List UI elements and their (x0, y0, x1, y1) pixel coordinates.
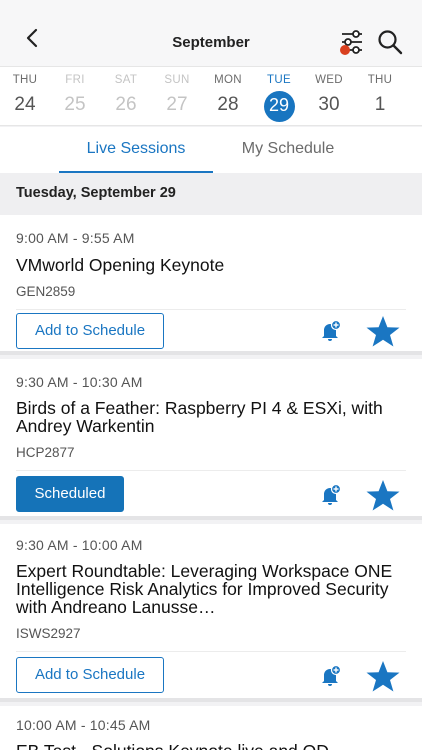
session-card: 9:00 AM - 9:55 AM VMworld Opening Keynot… (0, 215, 422, 355)
add-to-schedule-button[interactable]: Add to Schedule (16, 313, 164, 349)
scheduled-button[interactable]: Scheduled (16, 476, 124, 512)
top-bar: September (0, 0, 422, 66)
day-name: MON (214, 74, 242, 86)
day-wed-30[interactable]: WED 30 (304, 67, 354, 127)
day-number: 1 (374, 94, 386, 115)
card-divider (16, 651, 406, 652)
session-title[interactable]: Birds of a Feather: Raspberry PI 4 & ESX… (16, 399, 411, 435)
day-thu-24[interactable]: THU 24 (0, 67, 50, 127)
session-title[interactable]: EB Test - Solutions Keynote live and OD (16, 742, 411, 750)
star-icon (366, 316, 400, 347)
day-number: 28 (217, 94, 239, 115)
add-to-schedule-button[interactable]: Add to Schedule (16, 657, 164, 693)
session-code: GEN2859 (16, 284, 76, 299)
filter-sliders-icon (340, 30, 362, 55)
filter-button[interactable] (338, 28, 366, 56)
date-heading: Tuesday, September 29 (16, 185, 176, 201)
day-number: 29 (268, 95, 290, 115)
bell-plus-icon (322, 483, 342, 505)
session-card: 9:30 AM - 10:30 AM Birds of a Feather: R… (0, 359, 422, 520)
session-title[interactable]: Expert Roundtable: Leveraging Workspace … (16, 562, 411, 616)
reminder-button[interactable] (318, 664, 342, 688)
bell-plus-icon (322, 664, 342, 686)
day-name: TUE (267, 74, 291, 86)
search-icon (378, 30, 403, 55)
session-time: 10:00 AM - 10:45 AM (16, 717, 151, 733)
star-icon (366, 661, 400, 692)
day-number: 24 (14, 94, 36, 115)
session-code: HCP2877 (16, 445, 75, 460)
day-thu-1[interactable]: THU 1 (355, 67, 405, 127)
session-card: 10:00 AM - 10:45 AM EB Test - Solutions … (0, 706, 422, 750)
day-name: SAT (114, 74, 138, 86)
day-name: SUN (164, 74, 190, 86)
day-name: FRI (65, 74, 85, 86)
card-divider (16, 470, 406, 471)
day-fri-25[interactable]: FRI 25 (50, 67, 100, 127)
tab-live-sessions[interactable]: Live Sessions (59, 127, 213, 173)
favorite-button[interactable] (365, 478, 401, 514)
day-name: WED (315, 74, 343, 86)
favorite-button[interactable] (365, 314, 401, 350)
day-tue-29-selected[interactable]: TUE 29 (254, 67, 304, 127)
session-time: 9:30 AM - 10:00 AM (16, 537, 143, 553)
day-number: 30 (318, 94, 340, 115)
reminder-button[interactable] (318, 483, 342, 507)
search-button[interactable] (376, 28, 404, 56)
session-time: 9:00 AM - 9:55 AM (16, 230, 135, 246)
favorite-button[interactable] (365, 659, 401, 695)
star-icon (366, 480, 400, 511)
day-selector: THU 24 FRI 25 SAT 26 SUN 27 MON 28 TUE 2… (0, 66, 422, 126)
tab-my-schedule[interactable]: My Schedule (222, 127, 354, 173)
day-number: 26 (115, 94, 137, 115)
day-sat-26[interactable]: SAT 26 (101, 67, 151, 127)
session-card: 9:30 AM - 10:00 AM Expert Roundtable: Le… (0, 524, 422, 702)
day-name: THU (367, 74, 393, 86)
day-number: 25 (64, 94, 86, 115)
session-code: ISWS2927 (16, 626, 81, 641)
day-sun-27[interactable]: SUN 27 (152, 67, 202, 127)
reminder-button[interactable] (318, 319, 342, 343)
day-name: THU (12, 74, 38, 86)
bell-plus-icon (322, 319, 342, 341)
card-divider (16, 309, 406, 310)
session-time: 9:30 AM - 10:30 AM (16, 374, 143, 390)
session-title[interactable]: VMworld Opening Keynote (16, 256, 411, 274)
day-mon-28[interactable]: MON 28 (203, 67, 253, 127)
session-tabs: Live Sessions My Schedule (0, 127, 422, 173)
date-section-header: Tuesday, September 29 (0, 173, 422, 215)
day-number: 27 (166, 94, 188, 115)
